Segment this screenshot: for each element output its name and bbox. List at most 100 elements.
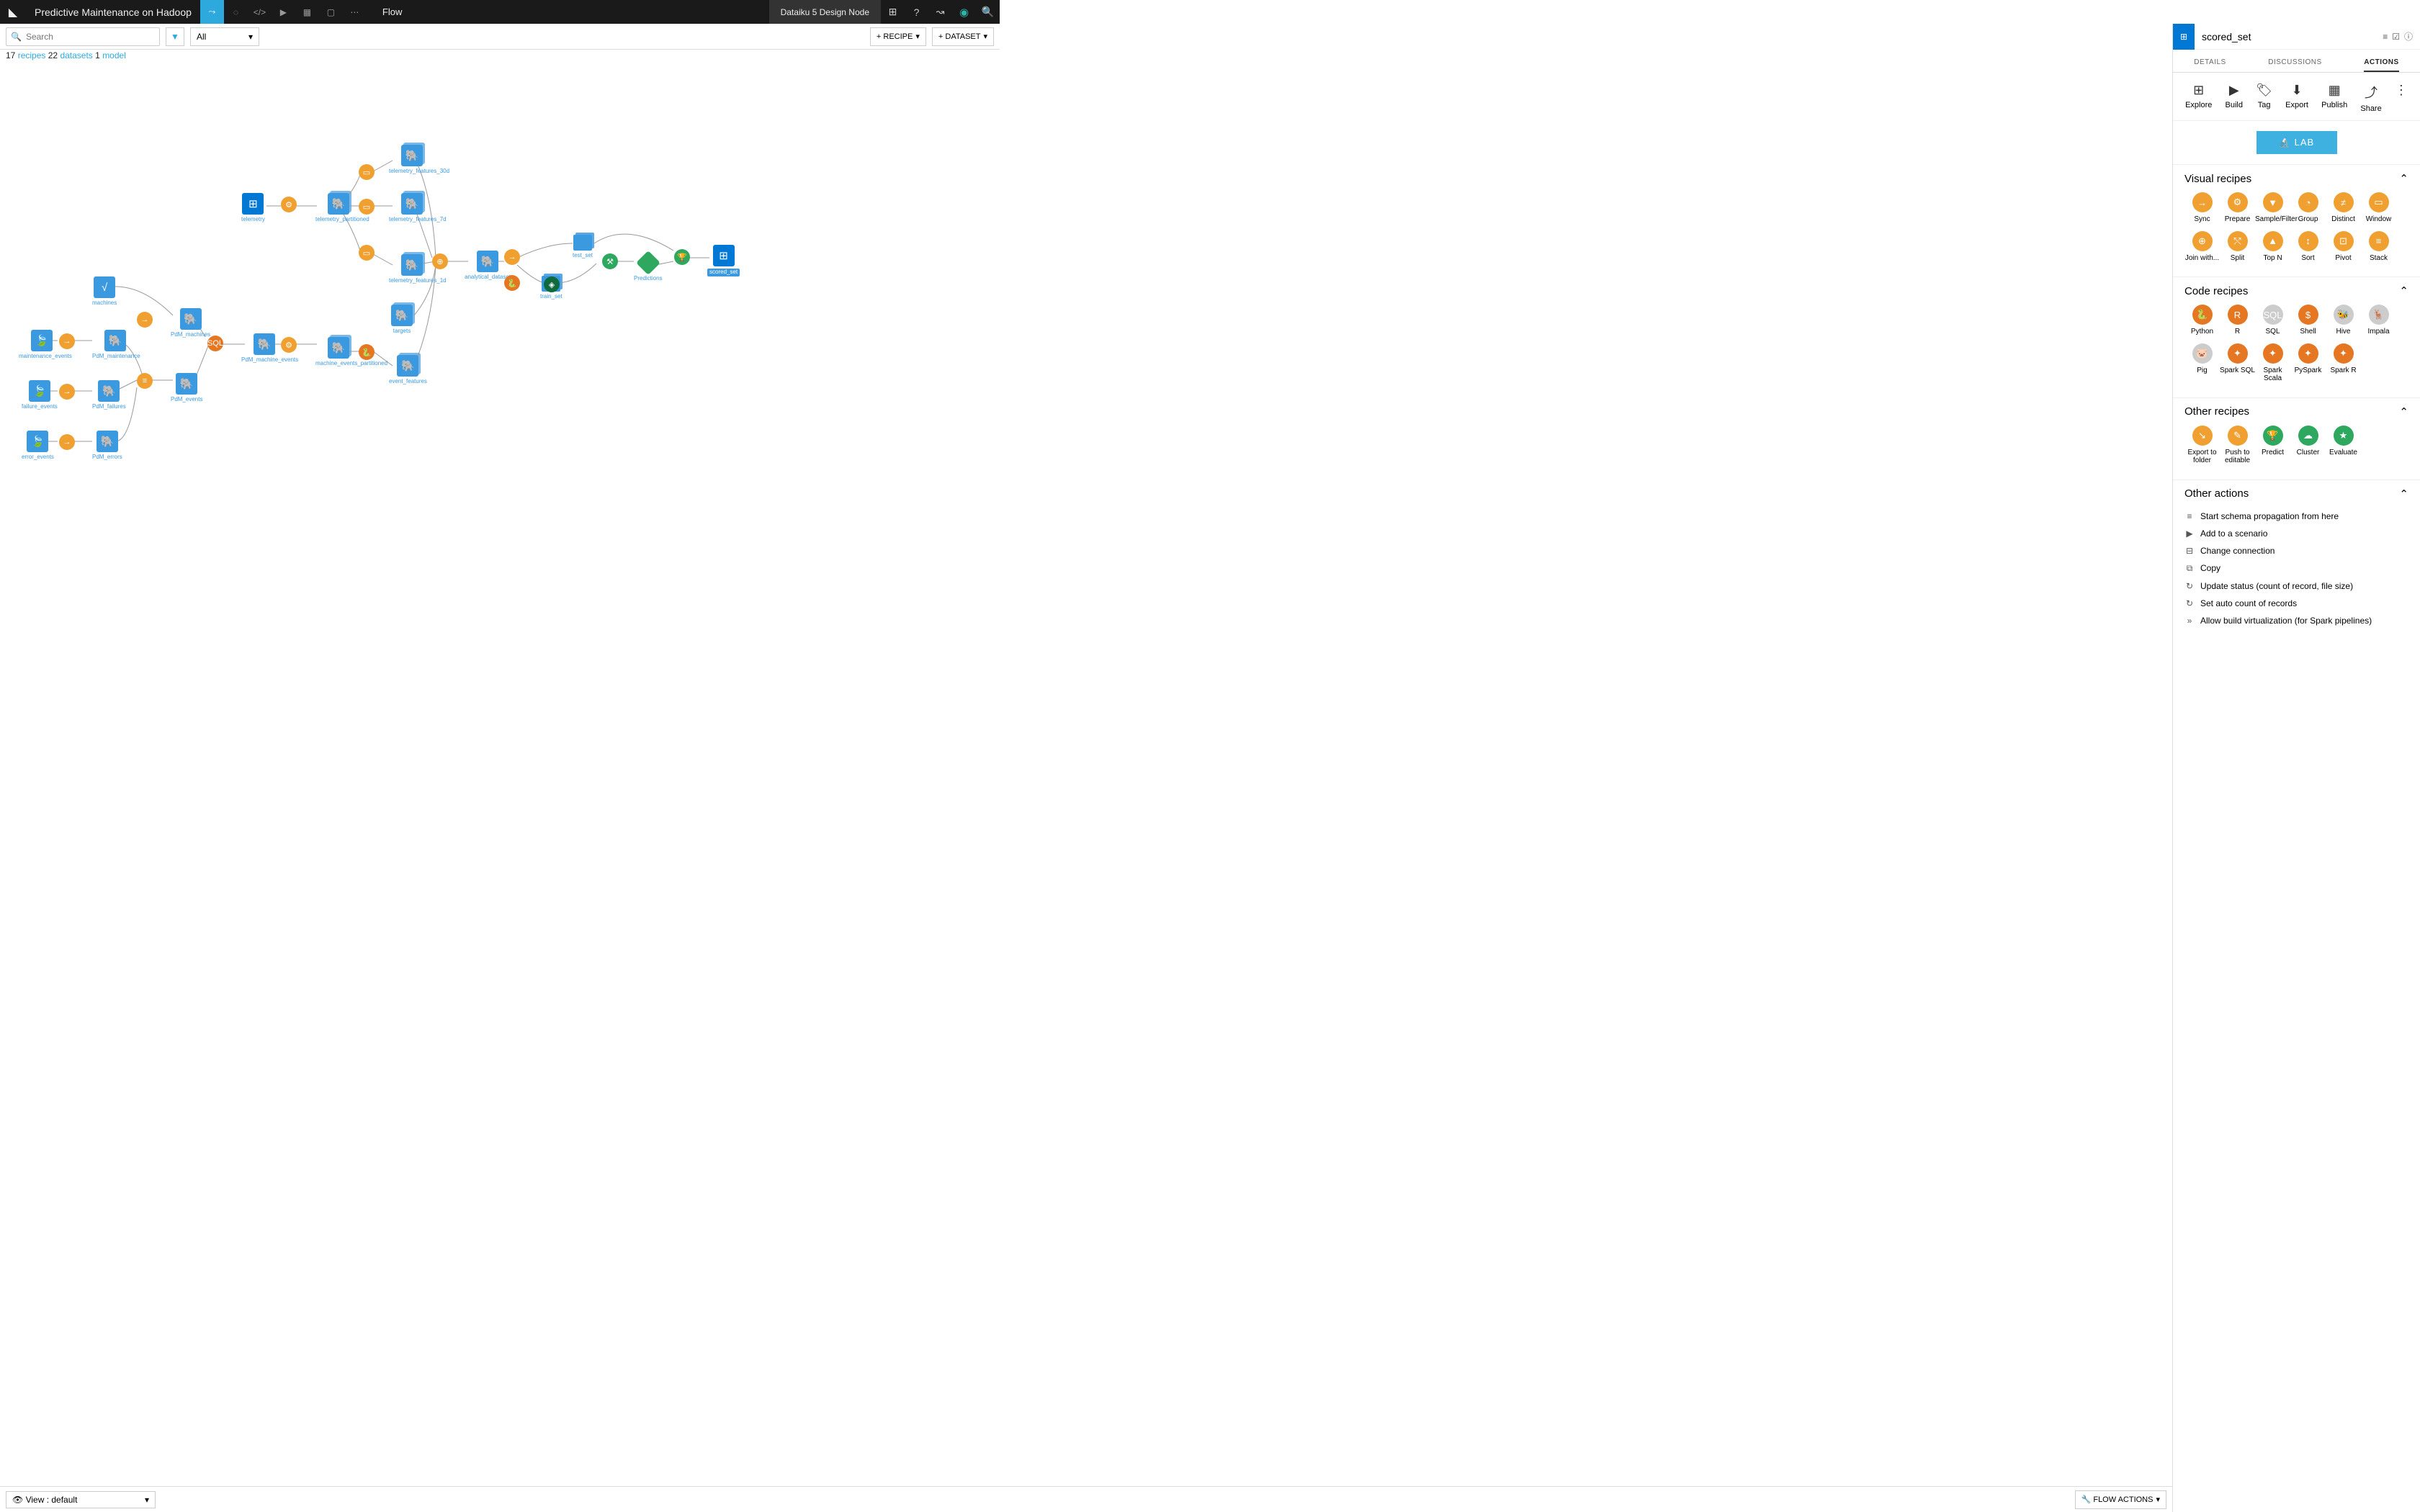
- view-dropdown[interactable]: 👁 View : default▾: [6, 1491, 156, 1508]
- recipe-sync-2[interactable]: →: [59, 384, 75, 400]
- recipe-topn[interactable]: ▲Top N: [2255, 231, 2290, 263]
- node-label[interactable]: Dataiku 5 Design Node: [769, 0, 881, 24]
- node-mach-ev[interactable]: 🐘PdM_machine_events: [241, 333, 287, 364]
- node-targets[interactable]: 🐘targets: [391, 305, 413, 335]
- recipe-score[interactable]: 🏆: [674, 249, 690, 265]
- info-icon[interactable]: ⓘ: [2404, 30, 2413, 42]
- list-icon[interactable]: ≡: [2383, 32, 2388, 42]
- recipe-model[interactable]: ◈: [544, 276, 560, 292]
- node-pdm-maint[interactable]: 🐘PdM_maintenance: [92, 330, 138, 360]
- recipe-prepare-1[interactable]: ⚙: [281, 197, 297, 212]
- recipe-python-1[interactable]: 🐍: [359, 344, 375, 360]
- filter-button[interactable]: ▼: [166, 27, 184, 46]
- node-error[interactable]: 🍃error_events: [22, 431, 54, 461]
- recipe-pivot[interactable]: ⊡Pivot: [2326, 231, 2361, 263]
- node-telemetry[interactable]: ⊞telemetry: [241, 193, 265, 223]
- node-scored[interactable]: ⊞scored_set: [707, 245, 740, 276]
- recipe-evaluate[interactable]: ★Evaluate: [2326, 426, 2361, 465]
- recipe-split-2[interactable]: 🐍: [504, 275, 520, 291]
- recipe-split[interactable]: ⤲Split: [2220, 231, 2255, 263]
- lab-button[interactable]: 🔬 LAB: [2257, 131, 2337, 154]
- recipe-train[interactable]: ⚒: [602, 253, 618, 269]
- build-button[interactable]: ▶Build: [2226, 83, 2243, 113]
- node-test[interactable]: test_set: [573, 235, 593, 259]
- recipe-distinct[interactable]: ≠Distinct: [2326, 192, 2361, 224]
- node-predictions[interactable]: Predictions: [634, 254, 663, 282]
- node-tel-part[interactable]: 🐘telemetry_partitioned: [315, 193, 362, 223]
- recipe-prepare[interactable]: ⚙Prepare: [2220, 192, 2255, 224]
- tab-discussions[interactable]: DISCUSSIONS: [2268, 54, 2321, 72]
- recipe-window-2[interactable]: ▭: [359, 199, 375, 215]
- tag-button[interactable]: 🏷Tag: [2256, 83, 2272, 113]
- tab-details[interactable]: DETAILS: [2194, 54, 2226, 72]
- search-icon[interactable]: 🔍: [976, 6, 1000, 18]
- run-button[interactable]: ▶: [272, 0, 295, 24]
- publish-button[interactable]: ▦Publish: [2321, 83, 2347, 113]
- recipe-sparkr[interactable]: ✦Spark R: [2326, 343, 2361, 383]
- explore-button[interactable]: ⊞Explore: [2185, 83, 2212, 113]
- recipe-window[interactable]: ▭Window: [2361, 192, 2396, 224]
- code-button[interactable]: </>: [248, 0, 272, 24]
- other-actions-header[interactable]: Other actions⌃: [2184, 487, 2408, 500]
- node-tel-7d[interactable]: 🐘telemetry_features_7d: [389, 193, 435, 223]
- activity-icon[interactable]: ↝: [928, 6, 952, 18]
- filter-dropdown[interactable]: All▾: [190, 27, 259, 46]
- oa-virtualization[interactable]: »Allow build virtualization (for Spark p…: [2184, 612, 2408, 629]
- recipe-window-1[interactable]: ▭: [359, 164, 375, 180]
- recipe-sparksql[interactable]: ✦Spark SQL: [2220, 343, 2255, 383]
- oa-update[interactable]: ↻Update status (count of record, file si…: [2184, 577, 2408, 595]
- more-actions-button[interactable]: ⋮: [2395, 83, 2408, 113]
- recipe-group[interactable]: ◔Group: [2290, 192, 2326, 224]
- box-button[interactable]: ▢: [319, 0, 343, 24]
- recipe-stack[interactable]: ≡: [137, 373, 153, 389]
- export-button[interactable]: ⬇Export: [2285, 83, 2308, 113]
- recipe-export-folder[interactable]: ↘Export to folder: [2184, 426, 2220, 465]
- recipe-impala[interactable]: 🦌Impala: [2361, 305, 2396, 336]
- recipe-sql[interactable]: SQL: [207, 336, 223, 351]
- flow-canvas[interactable]: ⊞telemetry √machines 🍃maintenance_events…: [0, 49, 2172, 1486]
- search-input[interactable]: [26, 32, 159, 42]
- node-maintenance[interactable]: 🍃maintenance_events: [19, 330, 65, 360]
- recipe-sql[interactable]: SQLSQL: [2255, 305, 2290, 336]
- profile-icon[interactable]: ◉: [952, 6, 976, 19]
- recipe-sample[interactable]: ▼Sample/Filter: [2255, 192, 2290, 224]
- add-recipe-button[interactable]: + RECIPE▾: [870, 27, 926, 46]
- code-recipes-header[interactable]: Code recipes⌃: [2184, 284, 2408, 297]
- check-icon[interactable]: ☑: [2392, 32, 2400, 42]
- recipe-window-3[interactable]: ▭: [359, 245, 375, 261]
- oa-connection[interactable]: ⊟Change connection: [2184, 542, 2408, 559]
- node-pdm-fail[interactable]: 🐘PdM_failures: [92, 380, 126, 410]
- recipe-pig[interactable]: 🐷Pig: [2184, 343, 2220, 383]
- oa-autocount[interactable]: ↻Set auto count of records: [2184, 595, 2408, 612]
- recipe-sync-4[interactable]: →: [137, 312, 153, 328]
- recipe-sort[interactable]: ↕Sort: [2290, 231, 2326, 263]
- recipe-join[interactable]: ⊕: [432, 253, 448, 269]
- recipe-prepare-2[interactable]: ⚙: [281, 337, 297, 353]
- dashboard-button[interactable]: ▦: [295, 0, 319, 24]
- recipe-cluster[interactable]: ☁Cluster: [2290, 426, 2326, 465]
- more-button[interactable]: ⋯: [343, 0, 367, 24]
- oa-copy[interactable]: ⧉Copy: [2184, 559, 2408, 577]
- dataiku-logo[interactable]: ◣: [0, 5, 26, 19]
- recipe-sync[interactable]: →Sync: [2184, 192, 2220, 224]
- recipe-sync-1[interactable]: →: [59, 333, 75, 349]
- tab-actions[interactable]: ACTIONS: [2364, 54, 2399, 72]
- recipe-pyspark[interactable]: ✦PySpark: [2290, 343, 2326, 383]
- node-failure[interactable]: 🍃failure_events: [22, 380, 58, 410]
- add-dataset-button[interactable]: + DATASET▾: [932, 27, 994, 46]
- node-tel-1d[interactable]: 🐘telemetry_features_1d: [389, 254, 435, 284]
- flow-view-button[interactable]: ⤳: [200, 0, 224, 24]
- flow-actions-button[interactable]: 🔧 FLOW ACTIONS▾: [2075, 1490, 2166, 1509]
- help-icon[interactable]: ?: [905, 6, 928, 18]
- recipe-sync-3[interactable]: →: [59, 434, 75, 450]
- recipe-hive[interactable]: 🐝Hive: [2326, 305, 2361, 336]
- recipe-stack[interactable]: ≡Stack: [2361, 231, 2396, 263]
- other-recipes-header[interactable]: Other recipes⌃: [2184, 405, 2408, 418]
- recipe-python[interactable]: 🐍Python: [2184, 305, 2220, 336]
- recipe-r[interactable]: RR: [2220, 305, 2255, 336]
- recipes-button[interactable]: ◌: [224, 0, 248, 24]
- recipe-shell[interactable]: $Shell: [2290, 305, 2326, 336]
- recipe-predict[interactable]: 🏆Predict: [2255, 426, 2290, 465]
- node-pdm-machines[interactable]: 🐘PdM_machines: [171, 308, 210, 338]
- oa-schema[interactable]: ≡Start schema propagation from here: [2184, 508, 2408, 525]
